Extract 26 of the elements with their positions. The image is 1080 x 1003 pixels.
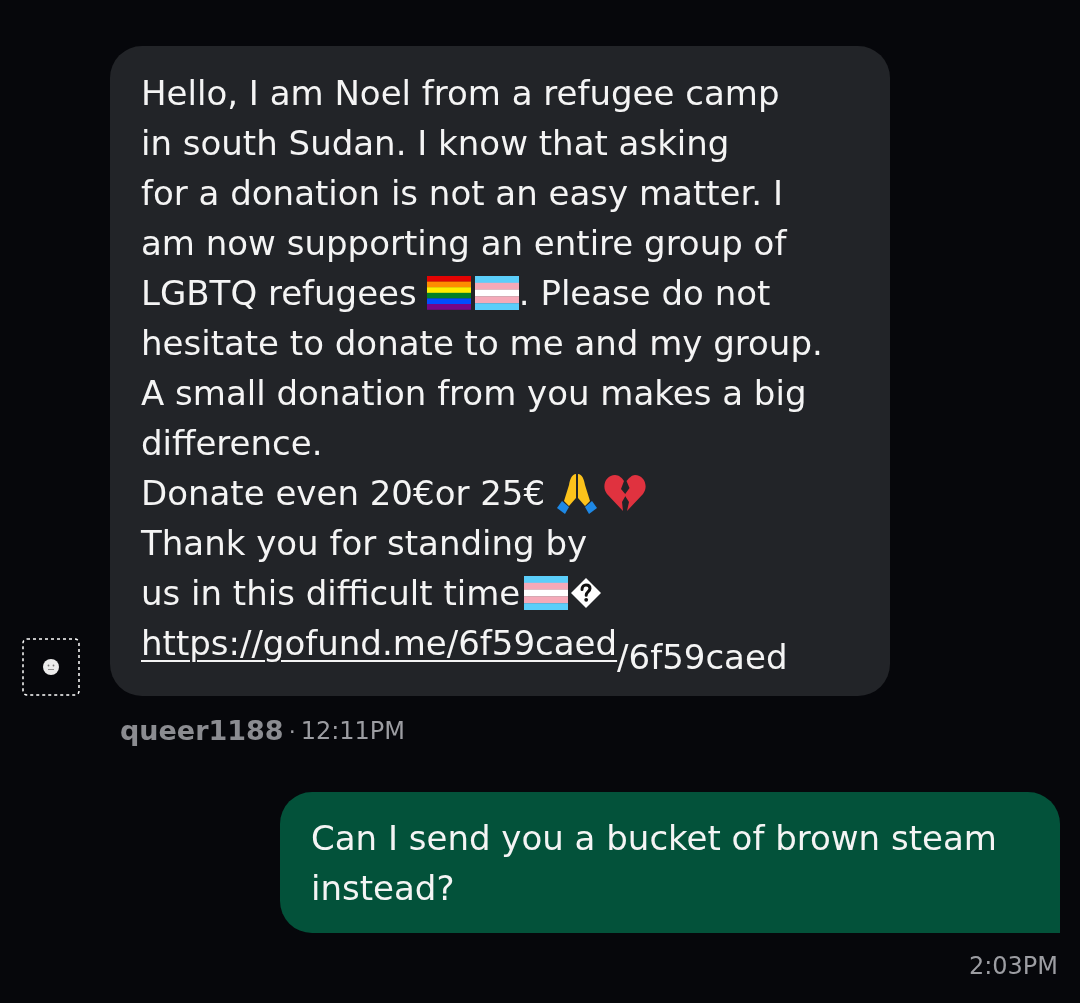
trans-flag-icon	[524, 576, 569, 610]
message-text: Can I send you a bucket of brown steam instead?	[311, 817, 998, 910]
question-diamond-icon	[571, 578, 602, 608]
message-text: difference.	[141, 421, 323, 465]
message-text: for a donation is not an easy matter. I	[141, 171, 783, 215]
praying-hands-icon	[557, 471, 598, 515]
rainbow-flag-icon	[426, 276, 471, 310]
message-text: am now supporting an entire group of	[141, 221, 787, 265]
message-text: us in this difficult time	[141, 571, 521, 615]
separator: ·	[288, 717, 296, 746]
message-text: A small donation from you makes a big	[141, 371, 807, 415]
timestamp: 2:03PM	[968, 951, 1058, 982]
message-text: LGBTQ refugees	[141, 271, 417, 315]
avatar-icon	[22, 638, 80, 696]
link[interactable]: https://gofund.me/6f59caed	[141, 617, 618, 669]
message-text: Thank you for standing by	[141, 521, 588, 565]
message-text: hesitate to donate to me and my group.	[141, 321, 823, 365]
message-text: Hello, I am Noel from a refugee camp	[141, 71, 780, 115]
broken-heart-icon	[603, 473, 648, 513]
message-text: /6f59caed	[617, 635, 788, 679]
message-text: Donate even 20€or 25€	[141, 471, 546, 515]
timestamp: 12:11PM	[300, 716, 405, 747]
message-text: in south Sudan. I know that asking	[141, 121, 730, 165]
sender-name[interactable]: queer1188	[120, 710, 284, 752]
message-text: . Please do not	[518, 271, 771, 315]
trans-flag-icon	[474, 276, 519, 310]
